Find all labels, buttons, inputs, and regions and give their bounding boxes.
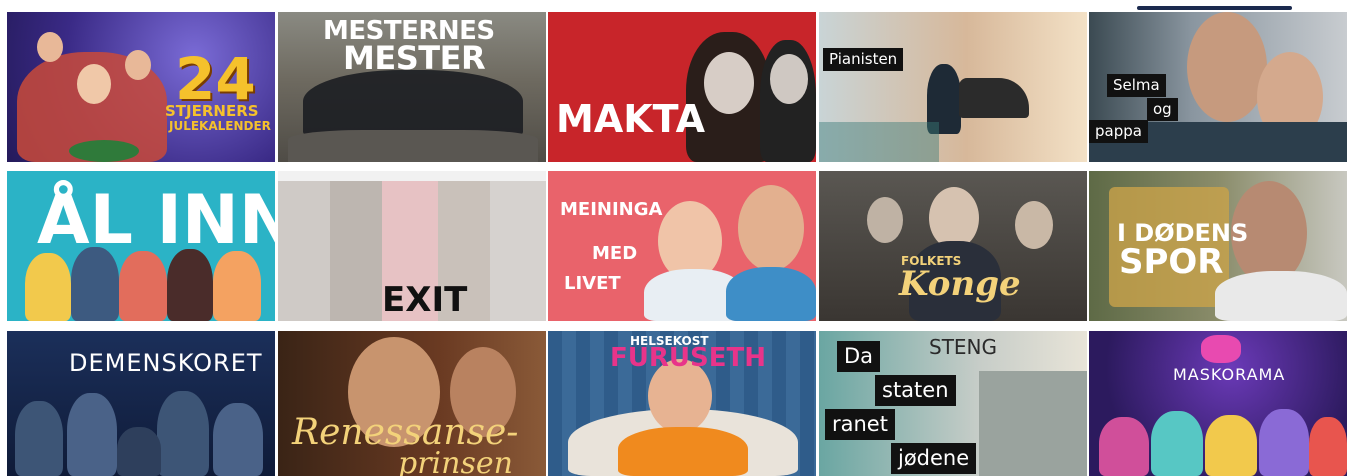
title-line-2: FURUSETH <box>610 343 766 373</box>
tile-selma-og-pappa[interactable]: Selma og pappa <box>1089 12 1347 162</box>
historic-photo <box>979 371 1087 476</box>
title: ÅL INN <box>37 181 275 260</box>
tile-makta[interactable]: MAKTA <box>548 12 816 162</box>
tile-i-dodens-spor[interactable]: I DØDENS SPOR <box>1089 171 1347 321</box>
wreath-decoration <box>69 140 139 162</box>
tile-da-staten-ranet-jodene[interactable]: STENG Da staten ranet jødene <box>819 331 1087 476</box>
costume-character <box>1099 417 1149 476</box>
tile-pianisten[interactable]: Pianisten <box>819 12 1087 162</box>
choir-member <box>213 403 263 476</box>
choir-member <box>117 427 161 476</box>
shop-sign: STENG <box>929 335 998 359</box>
father-face <box>1187 12 1267 122</box>
title-label-3: pappa <box>1089 120 1148 143</box>
title: MASKORAMA <box>1173 365 1286 384</box>
host-body <box>726 267 816 321</box>
title-line-2: Konge <box>899 264 1021 304</box>
title-label-1: Da <box>837 341 881 373</box>
choir-member <box>15 401 63 476</box>
tile-renessanseprinsen[interactable]: Renessanse- prinsen <box>278 331 546 476</box>
title-line-1: MEININGA <box>560 199 663 220</box>
tile-maskorama[interactable]: MASKORAMA <box>1089 331 1347 476</box>
mask-logo <box>1201 335 1241 363</box>
title-number: 24 <box>175 45 256 113</box>
host-body <box>1215 271 1347 321</box>
character-panel <box>278 181 330 321</box>
cast-member <box>25 253 71 321</box>
title-line-3: LIVET <box>564 273 621 294</box>
title: MAKTA <box>556 97 706 141</box>
cast-member <box>119 251 167 321</box>
person-face <box>867 197 903 243</box>
cast-member <box>167 249 213 321</box>
tile-helsekost-furuseth[interactable]: HELSEKOST FURUSETH <box>548 331 816 476</box>
choir-member <box>67 393 117 476</box>
title-label-2: staten <box>875 375 956 407</box>
cheese-puffs <box>618 427 748 476</box>
cast-member-face <box>125 50 151 80</box>
title-line-2: prinsen <box>398 446 513 476</box>
title-label-4: jødene <box>891 443 977 475</box>
title-line-2: MESTER <box>343 39 486 77</box>
choir-member <box>157 391 209 476</box>
tile-meininga-med-livet[interactable]: MEININGA MED LIVET <box>548 171 816 321</box>
costume-character <box>1259 409 1309 476</box>
rock-ground <box>288 130 538 162</box>
title-line: STJERNERS <box>165 102 259 120</box>
costume-character <box>1205 415 1257 476</box>
cast-member <box>213 251 261 321</box>
title-label-1: Selma <box>1107 74 1166 97</box>
title-line-2: MED <box>592 243 638 264</box>
character-panel <box>330 181 382 321</box>
tile-folkets-konge[interactable]: FOLKETS Konge <box>819 171 1087 321</box>
tile-al-inn[interactable]: ÅL INN <box>7 171 275 321</box>
title-label: Pianisten <box>823 48 904 71</box>
title: DEMENSKORET <box>69 349 263 377</box>
tile-24-stjerners-julekalender[interactable]: 24 STJERNERS JULEKALENDER <box>7 12 275 162</box>
costume-character <box>1151 411 1203 476</box>
title: EXIT <box>382 280 468 320</box>
person-face <box>1015 201 1053 249</box>
tile-demenskoret[interactable]: DEMENSKORET <box>7 331 275 476</box>
title-line-2: SPOR <box>1119 242 1224 282</box>
cast-member-face <box>37 32 63 62</box>
title-label-3: ranet <box>825 409 895 441</box>
title-label-2: og <box>1147 98 1178 121</box>
host-face <box>738 185 804 271</box>
character-face <box>704 52 754 114</box>
king-face <box>929 187 979 249</box>
tile-mesternes-mester[interactable]: MESTERNES MESTER <box>278 12 546 162</box>
title-line: JULEKALENDER <box>169 119 271 133</box>
costume-character <box>1309 417 1347 476</box>
tile-exit[interactable]: EXIT <box>278 171 546 321</box>
program-grid: 24 STJERNERS JULEKALENDER MESTERNES MEST… <box>0 0 1347 476</box>
cast-member <box>71 247 119 321</box>
character-face <box>770 54 808 104</box>
cast-member-face <box>77 64 111 104</box>
decor-shape <box>819 122 939 162</box>
character-panel <box>490 181 546 321</box>
